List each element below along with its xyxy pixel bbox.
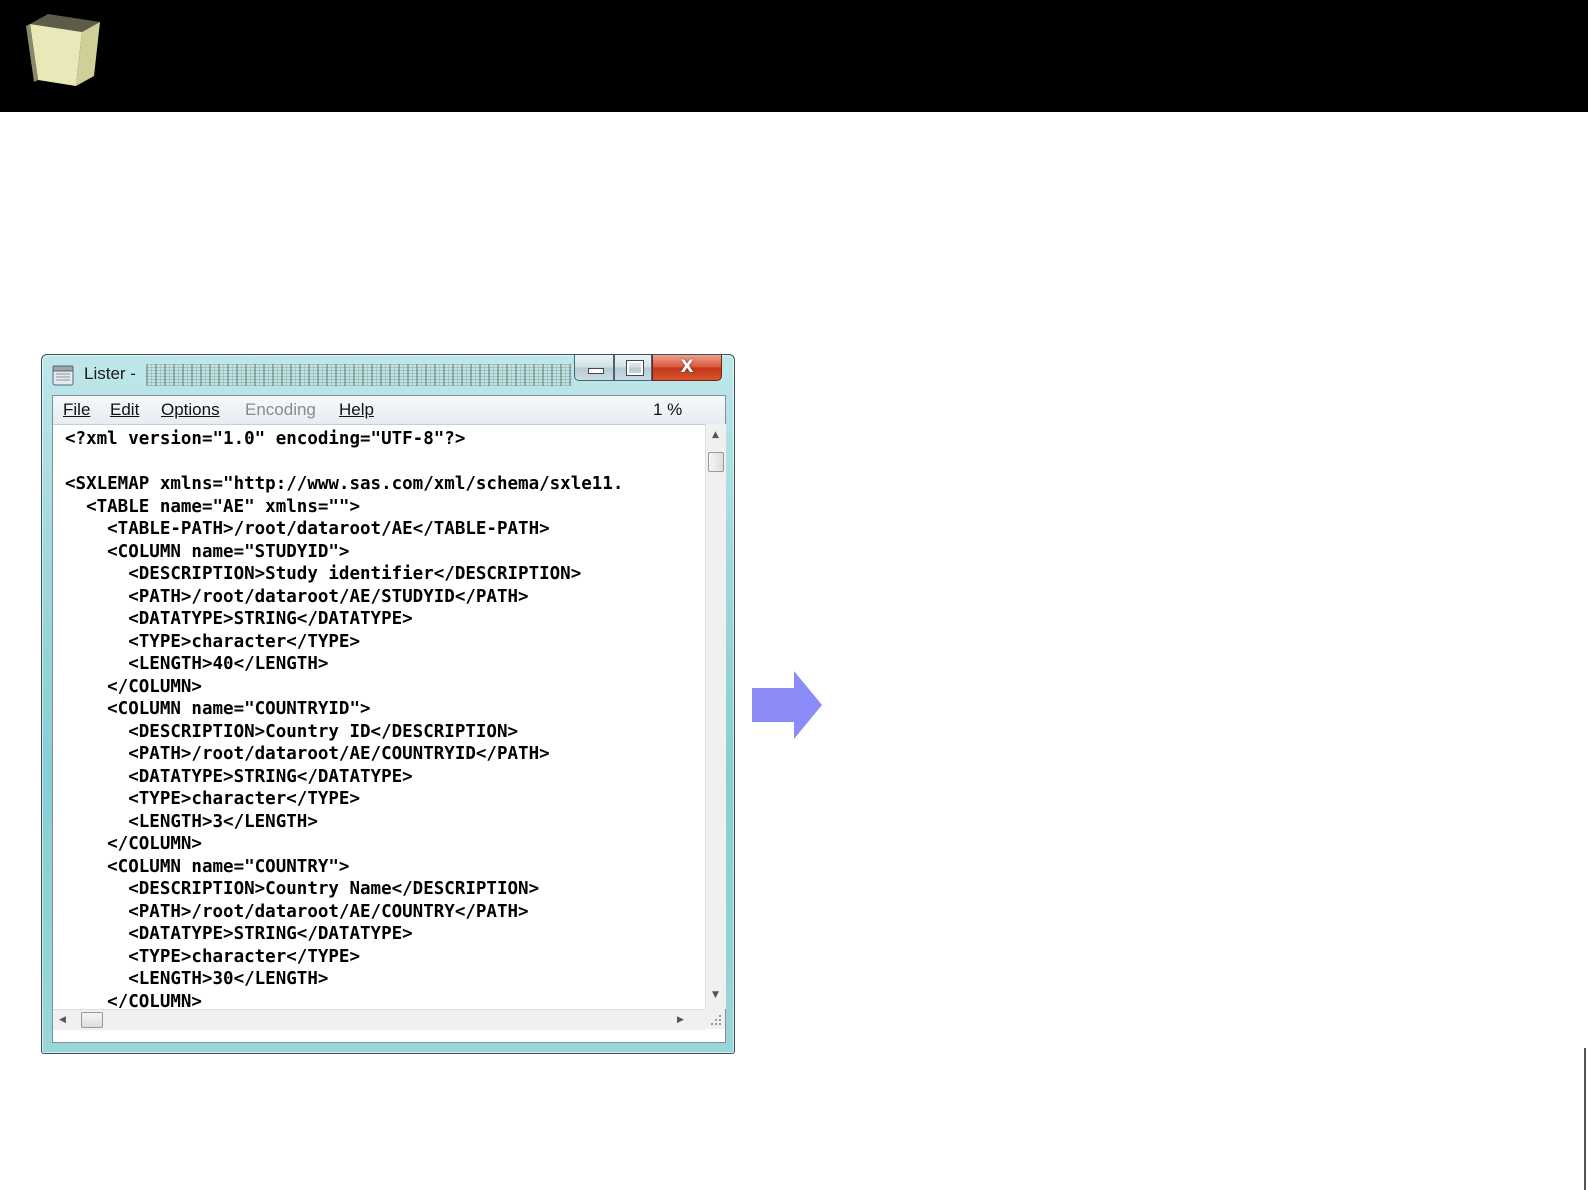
code-line: <TYPE>character</TYPE>	[65, 946, 361, 967]
code-line: </COLUMN>	[65, 991, 202, 1009]
menu-options[interactable]: Options	[161, 400, 220, 420]
divider	[1584, 1048, 1586, 1190]
obscured-file-path	[146, 364, 572, 386]
code-line: <DATATYPE>STRING</DATATYPE>	[65, 766, 413, 787]
lister-window: Lister - X File Edit Options Encoding He…	[41, 354, 735, 1054]
close-button[interactable]: X	[652, 355, 722, 381]
horizontal-scroll-thumb[interactable]	[81, 1012, 103, 1028]
horizontal-scrollbar[interactable]: ◀ ▶	[53, 1009, 705, 1030]
cube-icon	[26, 14, 100, 86]
scroll-up-icon[interactable]: ▲	[712, 430, 719, 440]
maximize-icon	[626, 360, 644, 376]
maximize-button[interactable]	[614, 355, 652, 381]
resize-grip-icon[interactable]	[705, 1009, 725, 1029]
code-line: </COLUMN>	[65, 834, 202, 854]
menu-help[interactable]: Help	[339, 400, 374, 420]
title-bar[interactable]: Lister - X	[42, 355, 734, 395]
code-line: <SXLEMAP xmlns="http://www.sas.com/xml/s…	[65, 474, 624, 494]
code-line: <TABLE-PATH>/root/dataroot/AE</TABLE-PAT…	[65, 519, 550, 539]
menu-encoding: Encoding	[245, 400, 316, 420]
minimize-button[interactable]	[574, 355, 614, 381]
vertical-scroll-thumb[interactable]	[708, 452, 724, 472]
menu-help-label: Help	[339, 400, 374, 419]
code-line: <COLUMN name="STUDYID">	[65, 541, 350, 562]
client-area: File Edit Options Encoding Help 1 % <?xm…	[52, 395, 726, 1043]
menu-bar: File Edit Options Encoding Help 1 %	[53, 396, 725, 425]
scroll-percent: 1 %	[653, 400, 683, 419]
code-line: <DESCRIPTION>Country ID</DESCRIPTION>	[65, 721, 519, 742]
lister-icon	[52, 365, 74, 386]
code-line: <LENGTH>30</LENGTH>	[65, 969, 329, 989]
code-line: <LENGTH>3</LENGTH>	[65, 811, 318, 832]
code-line: <TABLE name="AE" xmlns="">	[65, 496, 361, 517]
code-line: <?xml version="1.0" encoding="UTF-8"?>	[65, 429, 466, 449]
scroll-right-icon[interactable]: ▶	[677, 1015, 684, 1025]
code-line: </COLUMN>	[65, 676, 202, 697]
right-arrow-icon	[752, 671, 822, 739]
code-line: <PATH>/root/dataroot/AE/STUDYID</PATH>	[65, 586, 529, 607]
close-icon: X	[680, 357, 694, 377]
menu-file-label: File	[63, 400, 91, 419]
menu-edit[interactable]: Edit	[110, 400, 139, 420]
code-line: <DESCRIPTION>Country Name</DESCRIPTION>	[65, 879, 540, 899]
scroll-left-icon[interactable]: ◀	[59, 1015, 66, 1025]
code-line: <COLUMN name="COUNTRYID">	[65, 699, 371, 719]
code-line: <COLUMN name="COUNTRY">	[65, 856, 350, 877]
scroll-down-icon[interactable]: ▼	[712, 990, 719, 1000]
code-line: <DATATYPE>STRING</DATATYPE>	[65, 924, 413, 944]
menu-file[interactable]: File	[63, 400, 90, 420]
menu-encoding-label: Encoding	[245, 400, 316, 419]
code-line: <LENGTH>40</LENGTH>	[65, 654, 329, 674]
code-line: <TYPE>character</TYPE>	[65, 789, 361, 809]
menu-options-label: Options	[161, 400, 220, 419]
header-bar	[0, 0, 1588, 112]
code-line: <PATH>/root/dataroot/AE/COUNTRYID</PATH>	[65, 744, 550, 764]
code-line: <DESCRIPTION>Study identifier</DESCRIPTI…	[65, 564, 582, 584]
vertical-scrollbar[interactable]: ▲ ▼	[705, 424, 726, 1009]
minimize-icon	[588, 368, 604, 374]
code-line: <DATATYPE>STRING</DATATYPE>	[65, 609, 413, 629]
window-title: Lister -	[84, 364, 136, 383]
file-content[interactable]: <?xml version="1.0" encoding="UTF-8"?> <…	[65, 428, 695, 1008]
code-line: <PATH>/root/dataroot/AE/COUNTRY</PATH>	[65, 901, 529, 922]
code-line: <TYPE>character</TYPE>	[65, 631, 361, 652]
menu-edit-label: Edit	[110, 400, 140, 419]
